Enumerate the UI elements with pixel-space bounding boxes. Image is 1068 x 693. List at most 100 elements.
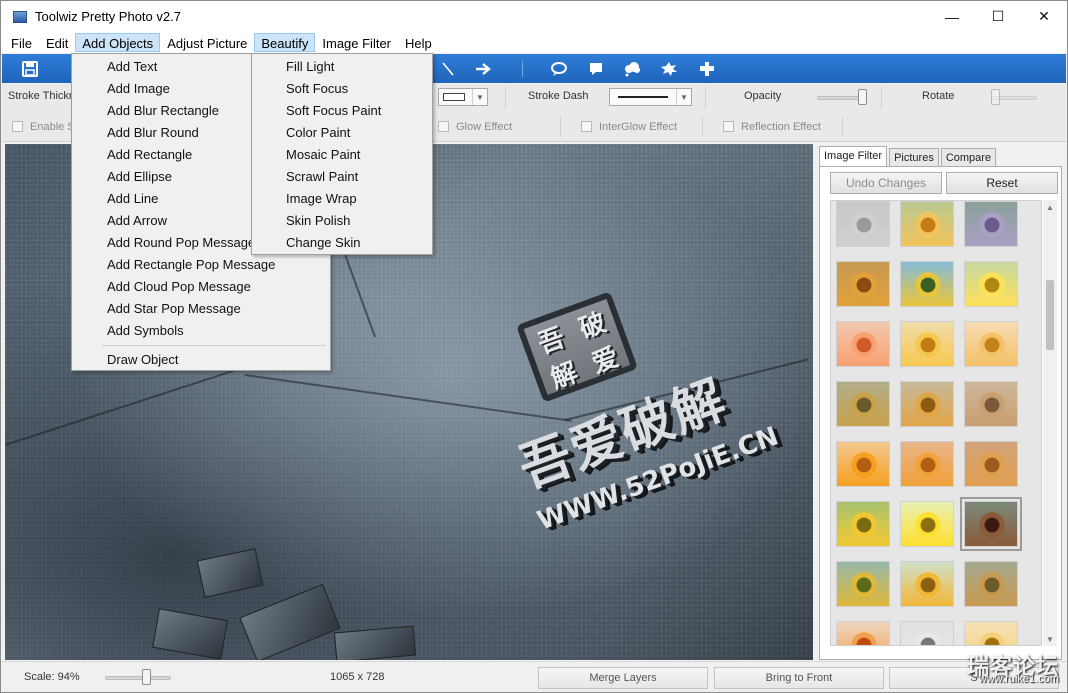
reflection-effect-checkbox[interactable] xyxy=(723,121,734,132)
round-pop-icon[interactable] xyxy=(547,54,571,83)
scrollbar-thumb[interactable] xyxy=(1046,280,1054,350)
filter-thumbnail[interactable] xyxy=(964,201,1018,247)
opacity-slider-thumb[interactable] xyxy=(857,89,867,105)
glow-effect-checkbox[interactable] xyxy=(438,121,449,132)
stroke-color-select[interactable]: ▼ xyxy=(438,88,488,106)
menu-item-mosaic-paint[interactable]: Mosaic Paint xyxy=(252,144,360,166)
save-icon[interactable] xyxy=(18,54,42,83)
symbols-icon[interactable] xyxy=(695,54,719,83)
toolbar-separator xyxy=(522,61,523,77)
filter-thumbnail[interactable] xyxy=(964,261,1018,307)
filter-thumbnail[interactable] xyxy=(836,201,890,247)
filter-thumbnail[interactable] xyxy=(900,501,954,547)
filter-thumbnail[interactable] xyxy=(964,621,1018,645)
scroll-down-icon[interactable]: ▼ xyxy=(1043,632,1057,646)
filter-thumbnail[interactable] xyxy=(900,201,954,247)
sunflower-image xyxy=(914,211,942,239)
separator xyxy=(560,117,561,137)
merge-layers-button[interactable]: Merge Layers xyxy=(538,667,708,689)
star-pop-icon[interactable] xyxy=(657,54,681,83)
scroll-up-icon[interactable]: ▲ xyxy=(1043,200,1057,214)
filter-thumbnail[interactable] xyxy=(836,441,890,487)
close-button[interactable]: ✕ xyxy=(1021,1,1067,32)
menu-item-image-wrap[interactable]: Image Wrap xyxy=(252,188,357,210)
menu-help[interactable]: Help xyxy=(398,33,439,52)
separator xyxy=(702,117,703,137)
filter-thumbnail[interactable] xyxy=(900,441,954,487)
interglow-effect-checkbox[interactable] xyxy=(581,121,592,132)
menu-item-scrawl-paint[interactable]: Scrawl Paint xyxy=(252,166,358,188)
opacity-slider[interactable] xyxy=(817,96,864,100)
menu-item-add-blur-round[interactable]: Add Blur Round xyxy=(72,122,199,144)
stroke-dash-select[interactable]: ▼ xyxy=(609,88,692,106)
filter-thumbnail[interactable] xyxy=(964,561,1018,607)
filter-thumbnail[interactable] xyxy=(960,497,1022,551)
filter-thumbnail[interactable] xyxy=(964,441,1018,487)
menu-image-filter[interactable]: Image Filter xyxy=(315,33,398,52)
tab-image-filter[interactable]: Image Filter xyxy=(819,146,888,167)
menu-item-fill-light[interactable]: Fill Light xyxy=(252,56,334,78)
minimize-button[interactable]: — xyxy=(929,1,975,32)
stroke-dash-label: Stroke Dash xyxy=(528,90,589,102)
chevron-down-icon: ▼ xyxy=(676,89,691,105)
filter-thumbnail[interactable] xyxy=(964,381,1018,427)
menu-item-add-symbols[interactable]: Add Symbols xyxy=(72,320,184,342)
filter-thumbnail[interactable] xyxy=(900,621,954,645)
menu-edit[interactable]: Edit xyxy=(39,33,75,52)
menu-item-add-rectangle[interactable]: Add Rectangle xyxy=(72,144,192,166)
menu-item-soft-focus-paint[interactable]: Soft Focus Paint xyxy=(252,100,381,122)
line-icon[interactable] xyxy=(436,54,460,83)
reset-button[interactable]: Reset xyxy=(946,172,1058,194)
watermark-url: www.ruike1.com xyxy=(978,673,1059,685)
arrow-icon[interactable] xyxy=(472,54,496,83)
chevron-down-icon: ▼ xyxy=(472,89,487,105)
menu-adjust-picture[interactable]: Adjust Picture xyxy=(160,33,254,52)
filter-thumbnail[interactable] xyxy=(900,321,954,367)
filter-thumbnail[interactable] xyxy=(836,561,890,607)
menu-item-draw-object[interactable]: Draw Object xyxy=(72,349,179,371)
menu-item-skin-polish[interactable]: Skin Polish xyxy=(252,210,350,232)
filter-thumbnail-grid xyxy=(830,200,1042,646)
zoom-slider[interactable] xyxy=(105,676,171,680)
menu-item-add-image[interactable]: Add Image xyxy=(72,78,170,100)
menu-item-add-ellipse[interactable]: Add Ellipse xyxy=(72,166,172,188)
menu-item-change-skin[interactable]: Change Skin xyxy=(252,232,360,254)
tab-compare[interactable]: Compare xyxy=(940,148,997,167)
menu-item-add-cloud-pop-message[interactable]: Add Cloud Pop Message xyxy=(72,276,251,298)
menu-item-add-star-pop-message[interactable]: Add Star Pop Message xyxy=(72,298,241,320)
menu-item-soft-focus[interactable]: Soft Focus xyxy=(252,78,348,100)
menu-add-objects[interactable]: Add Objects xyxy=(75,33,161,52)
menu-item-color-paint[interactable]: Color Paint xyxy=(252,122,350,144)
filter-thumbnail[interactable] xyxy=(836,381,890,427)
menu-file[interactable]: File xyxy=(4,33,39,52)
maximize-button[interactable]: ☐ xyxy=(975,1,1021,32)
menu-item-add-blur-rectangle[interactable]: Add Blur Rectangle xyxy=(72,100,219,122)
filter-thumbnail[interactable] xyxy=(964,321,1018,367)
menu-item-add-arrow[interactable]: Add Arrow xyxy=(72,210,167,232)
menu-beautify[interactable]: Beautify xyxy=(254,33,316,52)
zoom-slider-thumb[interactable] xyxy=(141,669,151,685)
app-icon xyxy=(13,10,27,23)
filter-thumbnail[interactable] xyxy=(836,261,890,307)
bring-to-front-button[interactable]: Bring to Front xyxy=(714,667,884,689)
menu-item-add-rectangle-pop-message[interactable]: Add Rectangle Pop Message xyxy=(72,254,275,276)
filter-thumbnail[interactable] xyxy=(836,621,890,645)
filter-thumbnail[interactable] xyxy=(900,261,954,307)
interglow-effect-label: InterGlow Effect xyxy=(599,121,678,133)
filter-thumbnail[interactable] xyxy=(900,561,954,607)
menu-divider xyxy=(102,345,326,346)
undo-changes-button[interactable]: Undo Changes xyxy=(830,172,942,194)
menu-item-add-line[interactable]: Add Line xyxy=(72,188,158,210)
filter-scrollbar[interactable]: ▲ ▼ xyxy=(1043,200,1057,646)
cloud-pop-icon[interactable] xyxy=(620,54,644,83)
filter-thumbnail[interactable] xyxy=(836,501,890,547)
filter-thumbnail[interactable] xyxy=(836,321,890,367)
enable-checkbox[interactable] xyxy=(12,121,23,132)
menu-item-add-round-pop-message[interactable]: Add Round Pop Message xyxy=(72,232,255,254)
tab-pictures[interactable]: Pictures xyxy=(889,148,939,167)
rectangle-pop-icon[interactable] xyxy=(584,54,608,83)
menu-item-add-text[interactable]: Add Text xyxy=(72,56,157,78)
rotate-slider-thumb[interactable] xyxy=(991,89,1000,105)
filter-thumbnail[interactable] xyxy=(900,381,954,427)
title-bar[interactable]: Toolwiz Pretty Photo v2.7 — ☐ ✕ xyxy=(1,1,1067,32)
